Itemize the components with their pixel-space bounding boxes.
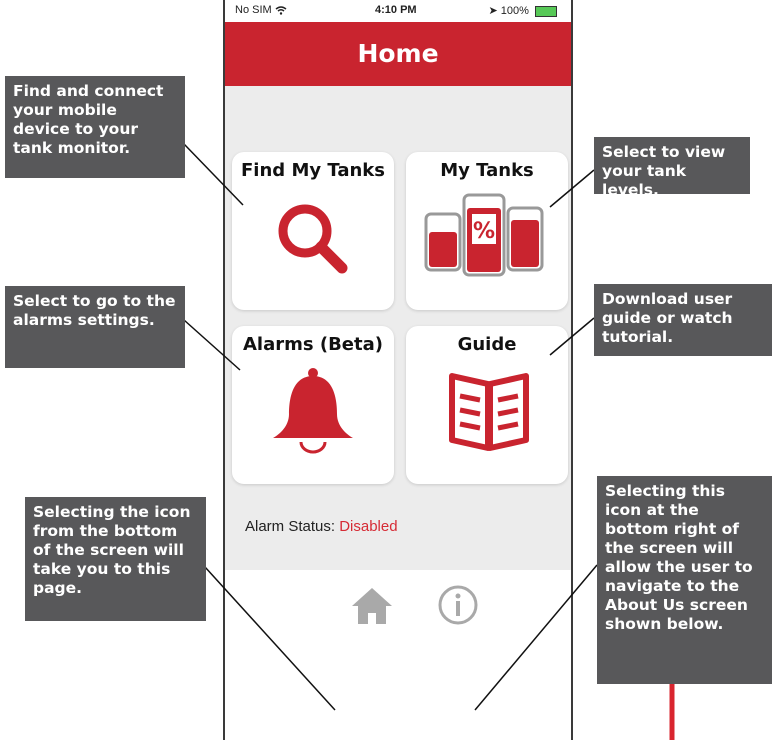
callout-alarms: Select to go to the alarms settings.	[5, 286, 185, 368]
callout-my-tanks: Select to view your tank levels.	[594, 137, 750, 199]
callout-find-tanks: Find and connect your mobile device to y…	[5, 76, 185, 178]
callout-guide: Download user guide or watch tutorial.	[594, 284, 772, 356]
callout-about-icon: Selecting this icon at the bottom right …	[597, 476, 772, 684]
callout-home-icon: Selecting the icon from the bottom of th…	[25, 497, 206, 621]
